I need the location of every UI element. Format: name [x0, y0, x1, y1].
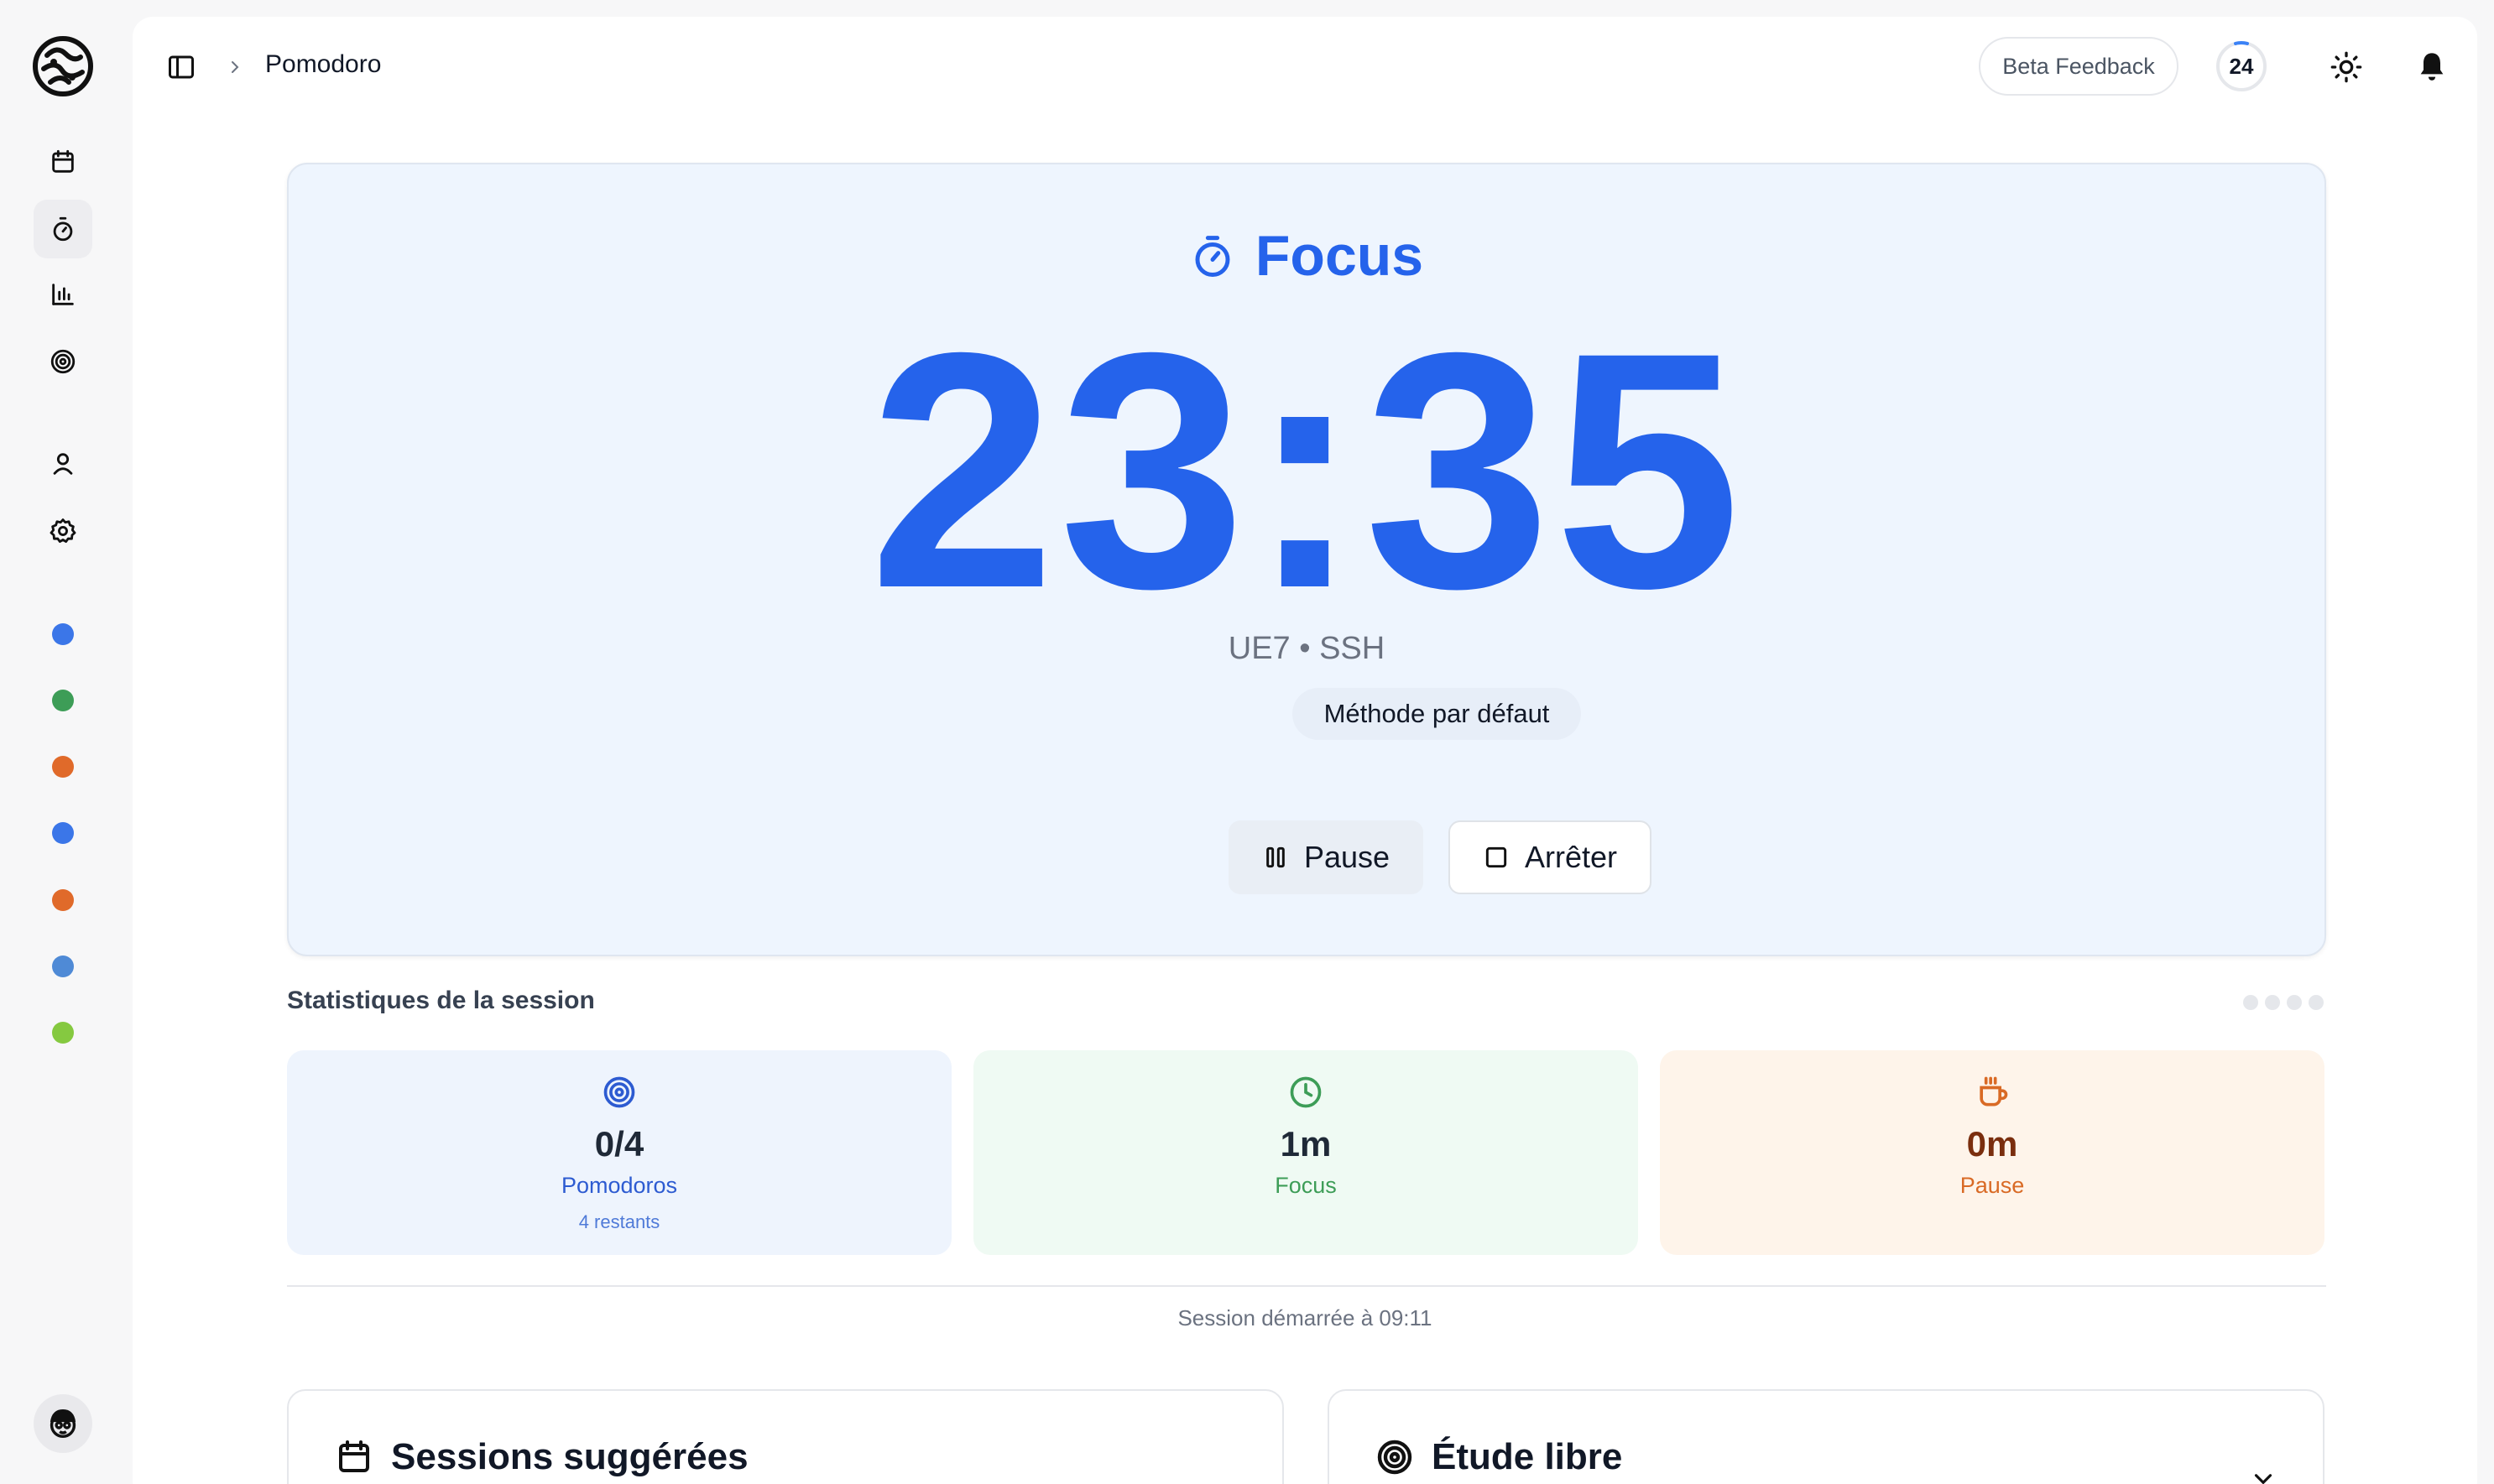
stat-pause-label: Pause: [1959, 1173, 2025, 1198]
calendar-icon: [339, 1440, 369, 1472]
subject-dot-3[interactable]: [52, 756, 74, 778]
sidebar-toggle-icon[interactable]: [166, 52, 196, 82]
count-badge-value: 24: [2229, 53, 2254, 79]
app-logo[interactable]: [32, 35, 94, 97]
stat-pomodoros-label: Pomodoros: [561, 1173, 678, 1198]
chart-icon: [52, 284, 74, 305]
avatar-face-icon: [50, 1408, 76, 1439]
timer-card: Focus 23:35 UE7 • SSH Méthode par défaut…: [287, 163, 2326, 956]
coffee-icon: [1980, 1076, 2008, 1106]
stats-pager[interactable]: [2243, 995, 2324, 1010]
suggested-sessions-header: Sessions suggérées: [334, 1436, 749, 1478]
stats-divider: [287, 1285, 2326, 1287]
pager-dot[interactable]: [2309, 995, 2324, 1010]
chevron-down-icon[interactable]: [2249, 1465, 2277, 1484]
notification-bell-icon[interactable]: [2415, 50, 2449, 84]
sidebar-item-settings[interactable]: [34, 502, 92, 560]
free-study-header: Étude libre: [1375, 1436, 1622, 1478]
stop-button[interactable]: Arrêter: [1448, 820, 1651, 894]
target-icon: [603, 1076, 635, 1108]
pause-button[interactable]: Pause: [1229, 820, 1423, 894]
target-icon: [1377, 1440, 1412, 1475]
sidebar: [0, 0, 133, 1484]
subject-dot-6[interactable]: [52, 955, 74, 977]
subject-dot-7[interactable]: [52, 1022, 74, 1044]
subject-dot-2[interactable]: [52, 690, 74, 711]
timer-mode-label: Focus: [1255, 224, 1424, 288]
pause-button-label: Pause: [1303, 840, 1390, 874]
gear-icon: [50, 518, 76, 544]
user-icon: [53, 453, 73, 475]
sidebar-item-calendar[interactable]: [34, 133, 92, 191]
session-stats-title: Statistiques de la session: [287, 987, 595, 1014]
user-avatar[interactable]: [34, 1394, 92, 1453]
stat-pause-value: 0m: [1966, 1124, 2018, 1164]
beta-feedback-button[interactable]: Beta Feedback: [1979, 37, 2178, 96]
stat-card-pause: 0m Pause: [1660, 1050, 2324, 1255]
target-icon: [50, 349, 76, 374]
pager-dot[interactable]: [2287, 995, 2302, 1010]
clock-icon: [1290, 1076, 1322, 1108]
stat-card-focus: 1m Focus: [973, 1050, 1638, 1255]
method-badge[interactable]: Méthode par défaut: [1292, 688, 1581, 740]
stat-focus-value: 1m: [1280, 1124, 1332, 1164]
sidebar-item-goals[interactable]: [34, 332, 92, 391]
session-started-text: Session démarrée à 09:11: [1177, 1305, 1432, 1330]
free-study-title: Étude libre: [1432, 1436, 1623, 1477]
timer-mode-row: Focus: [289, 223, 2324, 289]
pager-dot[interactable]: [2243, 995, 2258, 1010]
sidebar-item-stats[interactable]: [34, 265, 92, 324]
subject-dot-5[interactable]: [52, 889, 74, 911]
theme-toggle-icon[interactable]: [2330, 50, 2363, 84]
suggested-sessions-title: Sessions suggérées: [391, 1436, 749, 1477]
timer-icon: [53, 216, 73, 242]
sidebar-item-timer[interactable]: [34, 200, 92, 258]
chevron-right-icon: [232, 61, 239, 73]
main-panel: Pomodoro Beta Feedback 24 Focus 23:35 UE…: [133, 17, 2477, 1484]
subject-dot-4[interactable]: [52, 822, 74, 844]
timer-countdown: 23:35: [869, 283, 1745, 658]
stop-icon: [1485, 846, 1507, 868]
progress-count-badge[interactable]: 24: [2215, 40, 2267, 92]
stat-card-pomodoros: 0/4 Pomodoros 4 restants: [287, 1050, 952, 1255]
stat-focus-label: Focus: [1275, 1173, 1337, 1198]
timer-subject: UE7 • SSH: [1228, 631, 1385, 666]
subject-dot-1[interactable]: [52, 623, 74, 645]
free-study-card[interactable]: Étude libre: [1328, 1389, 2324, 1484]
breadcrumb-title: Pomodoro: [265, 50, 382, 78]
pager-dot[interactable]: [2265, 995, 2280, 1010]
stop-button-label: Arrêter: [1524, 840, 1618, 874]
stopwatch-icon: [1195, 236, 1230, 277]
suggested-sessions-card: Sessions suggérées: [287, 1389, 1284, 1484]
sidebar-item-profile[interactable]: [34, 435, 92, 493]
calendar-icon: [52, 149, 74, 173]
stat-pomodoros-value: 0/4: [594, 1124, 644, 1164]
pause-icon: [1266, 846, 1285, 868]
stat-pomodoros-remaining: 4 restants: [578, 1211, 660, 1232]
